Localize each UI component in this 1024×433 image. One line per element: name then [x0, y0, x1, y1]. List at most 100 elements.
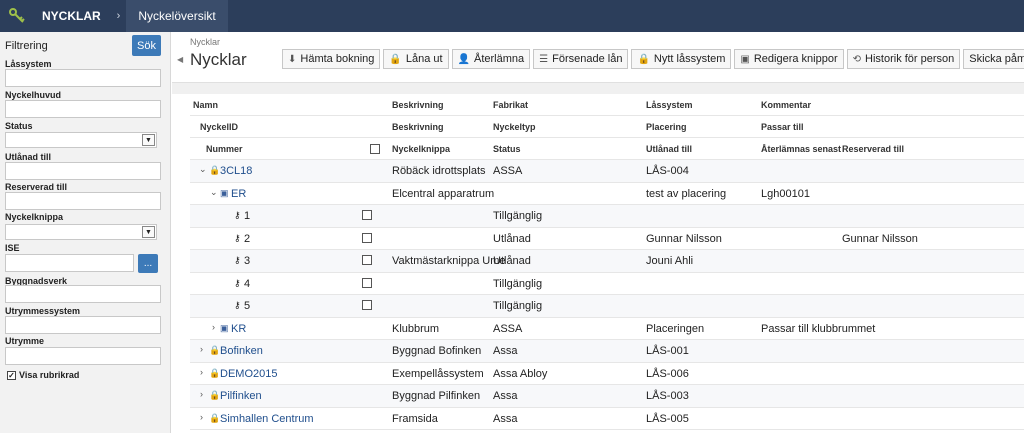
row-las: LÅS-005: [646, 412, 689, 425]
col-placering[interactable]: Placering: [646, 122, 687, 132]
table-row[interactable]: › 🔒 Simhallen Centrum Framsida Assa LÅS-…: [190, 408, 1024, 430]
table-row[interactable]: ⚷ 1 Tillgänglig: [190, 205, 1024, 228]
row-desc: Exempellåssystem: [392, 367, 484, 380]
filter-title: Filtrering: [5, 40, 48, 52]
hamta-bokning-button[interactable]: ⬇ Hämta bokning: [282, 49, 381, 69]
row-fab: ASSA: [493, 165, 523, 177]
byggnadsverk-input[interactable]: [5, 285, 161, 303]
chevron-right-icon[interactable]: ›: [212, 322, 215, 332]
page-breadcrumb[interactable]: Nycklar: [190, 37, 220, 47]
col-lassystem[interactable]: Låssystem: [646, 100, 693, 110]
row-name[interactable]: Bofinken: [220, 345, 263, 357]
col-reserverad-till[interactable]: Reserverad till: [842, 144, 904, 154]
col-nyckeltyp[interactable]: Nyckeltyp: [493, 122, 536, 132]
col-nummer[interactable]: Nummer: [206, 144, 243, 154]
show-header-checkbox[interactable]: ✓: [7, 370, 16, 380]
col-status[interactable]: Status: [493, 144, 521, 154]
col-namn[interactable]: Namn: [193, 100, 218, 110]
row-reserverad: Gunnar Nilsson: [842, 232, 918, 245]
lock-icon: 🔒: [637, 53, 650, 65]
row-name: 2: [244, 232, 251, 245]
ise-input[interactable]: [5, 254, 134, 272]
key-icon: ⚷: [234, 210, 241, 220]
redigera-knippor-button[interactable]: ▣ Redigera knippor: [734, 49, 844, 69]
row-name: 4: [244, 277, 251, 290]
show-header-toggle[interactable]: ✓ Visa rubrikrad: [7, 370, 79, 380]
show-header-label: Visa rubrikrad: [19, 370, 80, 380]
col-kommentar[interactable]: Kommentar: [761, 100, 811, 110]
utlanad-till-input[interactable]: [5, 162, 161, 180]
key-ring-icon: ▣: [220, 187, 229, 198]
reserverad-till-input[interactable]: [5, 192, 161, 210]
chevron-down-icon[interactable]: ▼: [142, 226, 155, 238]
chevron-right-icon[interactable]: ›: [200, 344, 203, 354]
row-checkbox[interactable]: [362, 277, 372, 288]
table-row[interactable]: ⌄ 🔒 3CL18 Röbäck idrottsplats ASSA LÅS-0…: [190, 160, 1024, 183]
row-knippa: Vaktmästarknippa Ume: [392, 255, 506, 267]
nytt-lassystem-button[interactable]: 🔒 Nytt låssystem: [631, 49, 732, 69]
lassystem-input[interactable]: [5, 69, 161, 87]
row-checkbox[interactable]: [362, 300, 372, 310]
row-name[interactable]: ER: [231, 188, 246, 200]
table-row[interactable]: ⌄ ▣ ER Elcentral apparatrum test av plac…: [190, 183, 1024, 205]
table-row[interactable]: ⚷ 4 Tillgänglig: [190, 273, 1024, 295]
skicka-paminnelser-button[interactable]: Skicka påminnelser: [963, 49, 1024, 69]
row-utlanad: Jouni Ahli: [646, 255, 694, 267]
aterlamna-button[interactable]: 👤 Återlämna: [451, 49, 531, 69]
chevron-down-icon[interactable]: ⌄: [199, 164, 207, 175]
historik-button[interactable]: ⟲ Historik för person: [846, 49, 961, 69]
table-row[interactable]: ⚷ 5 Tillgänglig: [190, 295, 1024, 318]
ise-browse-button[interactable]: ...: [138, 254, 158, 273]
key-logo-icon[interactable]: [0, 0, 34, 32]
collapse-panel-icon[interactable]: ◀: [177, 55, 183, 64]
row-name[interactable]: 3CL18: [220, 165, 252, 177]
utrymme-input[interactable]: [5, 347, 161, 365]
chevron-down-icon[interactable]: ⌄: [210, 187, 218, 198]
table-row[interactable]: ⚷ 3 Vaktmästarknippa Ume Utlånad Jouni A…: [190, 250, 1024, 273]
search-button[interactable]: Sök: [132, 35, 161, 56]
lana-ut-button[interactable]: 🔒 Låna ut: [383, 49, 449, 69]
table-row[interactable]: › 🔒 DEMO2015 Exempellåssystem Assa Abloy…: [190, 363, 1024, 385]
key-ring-icon: ▣: [220, 322, 229, 333]
col-utlanad-till[interactable]: Utlånad till: [646, 144, 692, 154]
chevron-right-icon[interactable]: ›: [200, 367, 203, 377]
col-beskrivning-2[interactable]: Beskrivning: [392, 122, 444, 132]
toolbar: ⬇ Hämta bokning 🔒 Låna ut 👤 Återlämna ☰ Förs…: [282, 49, 1024, 69]
chevron-down-icon[interactable]: ▼: [142, 134, 155, 146]
table-row[interactable]: › 🔒 Bofinken Byggnad Bofinken Assa LÅS-0…: [190, 340, 1024, 363]
col-fabrikat[interactable]: Fabrikat: [493, 100, 528, 110]
row-desc: Byggnad Pilfinken: [392, 390, 481, 402]
col-aterlamnas-senast[interactable]: Återlämnas senast: [761, 144, 841, 154]
col-passar-till[interactable]: Passar till: [761, 122, 804, 132]
row-desc: Byggnad Bofinken: [392, 345, 482, 357]
row-checkbox[interactable]: [362, 210, 372, 220]
row-name: 5: [244, 300, 251, 312]
table-row[interactable]: › 🔒 Pilfinken Byggnad Pilfinken Assa LÅS…: [190, 385, 1024, 408]
table-row[interactable]: ⚷ 2 Utlånad Gunnar Nilsson Gunnar Nilsso…: [190, 228, 1024, 250]
row-name[interactable]: KR: [231, 323, 246, 335]
utrymmessystem-input[interactable]: [5, 316, 161, 334]
app-brand[interactable]: NYCKLAR: [34, 0, 111, 32]
row-checkbox[interactable]: [362, 232, 372, 243]
row-name[interactable]: Pilfinken: [220, 390, 262, 402]
col-nyckelknippa[interactable]: Nyckelknippa: [392, 144, 450, 154]
forsenade-lan-button[interactable]: ☰ Försenade lån: [533, 49, 629, 69]
nyckelknippa-select[interactable]: ▼: [5, 224, 157, 240]
col-nyckelid[interactable]: NyckelID: [200, 122, 238, 132]
chevron-right-icon[interactable]: ›: [200, 412, 203, 422]
nyckelhuvud-input[interactable]: [5, 100, 161, 118]
lock-icon: 🔒: [389, 53, 402, 65]
col-beskrivning[interactable]: Beskrivning: [392, 100, 444, 110]
status-select[interactable]: ▼: [5, 132, 157, 148]
row-checkbox[interactable]: [362, 255, 372, 265]
key-icon: ⚷: [234, 300, 241, 310]
row-las: LÅS-006: [646, 367, 689, 380]
select-all-checkbox[interactable]: [370, 144, 380, 154]
row-name[interactable]: DEMO2015: [220, 368, 277, 380]
row-name[interactable]: Simhallen Centrum: [220, 413, 314, 425]
chevron-right-icon[interactable]: ›: [200, 389, 203, 399]
label-nyckelhuvud: Nyckelhuvud: [5, 90, 62, 100]
table-row[interactable]: › ▣ KR Klubbrum ASSA Placeringen Passar …: [190, 318, 1024, 340]
row-fab: Assa: [493, 412, 518, 425]
breadcrumb-current[interactable]: Nyckelöversikt: [126, 0, 228, 32]
